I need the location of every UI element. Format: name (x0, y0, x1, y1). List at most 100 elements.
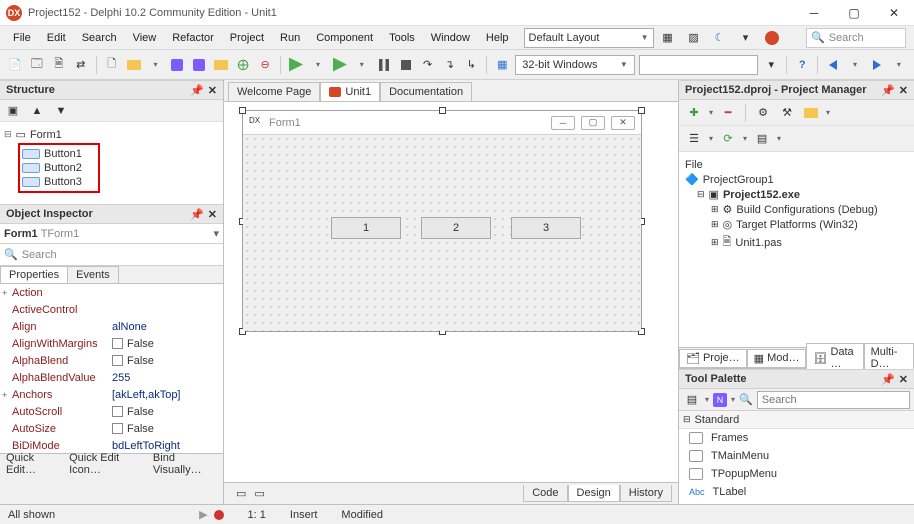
menu-view[interactable]: View (126, 30, 164, 46)
delete-layout-icon[interactable]: ▨ (684, 28, 704, 48)
form-minimize-icon[interactable]: ─ (551, 116, 575, 130)
form-designer[interactable]: DX Form1 ─ ▢ ✕ 1 2 3 (242, 110, 642, 332)
tree-item[interactable]: Button2 (44, 162, 82, 174)
expand-icon[interactable]: ▣ (4, 102, 22, 120)
palette-item[interactable]: Frames (679, 429, 914, 447)
ide-search[interactable]: 🔍 Search (806, 28, 906, 48)
tab-properties[interactable]: Properties (0, 266, 68, 283)
open-icon[interactable] (125, 56, 143, 74)
chevron-down-icon[interactable]: ▾ (213, 227, 219, 240)
device-select[interactable] (639, 55, 758, 75)
move-down-icon[interactable]: ▼ (52, 102, 70, 120)
close-panel-icon[interactable]: ✕ (208, 84, 217, 97)
maximize-button[interactable]: ▢ (834, 0, 874, 26)
quick-edit-link[interactable]: Quick Edit… (6, 452, 59, 476)
activate-icon[interactable]: ✚ (685, 104, 703, 122)
help-icon[interactable]: ? (793, 56, 811, 74)
tab-model[interactable]: ▦Mod… (747, 349, 807, 368)
tab-documentation[interactable]: Documentation (380, 82, 472, 101)
save-all-icon[interactable] (190, 56, 208, 74)
compile-icon[interactable]: ⚙ (754, 104, 772, 122)
tree-item[interactable]: Button1 (44, 148, 82, 160)
filter-icon[interactable]: ▤ (753, 130, 771, 148)
structure-tree[interactable]: ⊟▭Form1 Button1 Button2 Button3 (0, 122, 223, 204)
pin-icon[interactable]: 📌 (881, 84, 895, 97)
toggle-form-unit-icon[interactable]: ⇄ (72, 56, 90, 74)
filter-icon[interactable]: N (713, 393, 727, 407)
menu-edit[interactable]: Edit (40, 30, 73, 46)
form-designer-canvas[interactable]: DX Form1 ─ ▢ ✕ 1 2 3 (224, 102, 678, 482)
remove-file-icon[interactable]: ⊖ (256, 56, 274, 74)
platform-select[interactable]: 32-bit Windows ▼ (515, 55, 635, 75)
menu-project[interactable]: Project (223, 30, 271, 46)
remove-icon[interactable]: ━ (719, 104, 737, 122)
move-up-icon[interactable]: ▲ (28, 102, 46, 120)
run-icon[interactable] (287, 56, 305, 74)
palette-item[interactable]: TPopupMenu (679, 465, 914, 483)
toggle-panel-icon[interactable]: ▭ (254, 487, 264, 500)
layout-select[interactable]: Default Layout ▼ (524, 28, 654, 48)
close-button[interactable]: ✕ (874, 0, 914, 26)
quick-edit-icon-link[interactable]: Quick Edit Icon… (69, 452, 143, 476)
close-panel-icon[interactable]: ✕ (899, 84, 908, 97)
theme-dropdown-icon[interactable]: ▾ (736, 28, 756, 48)
property-grid[interactable]: Action ActiveControl AlignalNone AlignWi… (0, 284, 223, 454)
tree-root[interactable]: Form1 (30, 129, 62, 141)
project-tree[interactable]: File 🔷ProjectGroup1 ⊟▣Project152.exe ⊞⚙B… (679, 152, 914, 347)
bind-visually-link[interactable]: Bind Visually… (153, 452, 217, 476)
pin-icon[interactable]: 📌 (190, 84, 204, 97)
palette-item[interactable]: TMainMenu (679, 447, 914, 465)
theme-toggle-icon[interactable]: ☾ (710, 28, 730, 48)
palette-item[interactable]: AbcTLabel (679, 483, 914, 501)
trace-icon[interactable]: ↳ (462, 56, 480, 74)
designed-button-2[interactable]: 2 (421, 217, 491, 239)
sync-icon[interactable]: ⟳ (719, 130, 737, 148)
design-grid[interactable]: 1 2 3 (243, 135, 641, 331)
folder-icon[interactable] (802, 104, 820, 122)
run-no-debug-icon[interactable] (331, 56, 349, 74)
menu-refactor[interactable]: Refactor (165, 30, 221, 46)
tab-code[interactable]: Code (523, 485, 567, 502)
save-layout-icon[interactable]: ▦ (658, 28, 678, 48)
build-icon[interactable]: ⚒ (778, 104, 796, 122)
toggle-panel-icon[interactable]: ▭ (236, 487, 246, 500)
minimize-button[interactable]: ─ (794, 0, 834, 26)
save-icon[interactable] (168, 56, 186, 74)
resize-handle[interactable] (638, 107, 645, 114)
tab-design[interactable]: Design (568, 485, 620, 502)
open-project-icon[interactable] (212, 56, 230, 74)
nav-forward-icon[interactable] (868, 56, 886, 74)
new-file-icon[interactable]: 🗋 (103, 56, 121, 74)
object-inspector-search[interactable]: 🔍 Search (0, 244, 223, 266)
stop-icon[interactable] (397, 56, 415, 74)
menu-tools[interactable]: Tools (382, 30, 422, 46)
palette-group-header[interactable]: ⊟Standard (679, 411, 914, 429)
menu-file[interactable]: File (6, 30, 38, 46)
close-panel-icon[interactable]: ✕ (899, 373, 908, 386)
menu-search[interactable]: Search (75, 30, 124, 46)
step-over-icon[interactable]: ↷ (419, 56, 437, 74)
designed-button-1[interactable]: 1 (331, 217, 401, 239)
object-inspector-selection[interactable]: Form1 TForm1 ▾ (0, 224, 223, 244)
tab-events[interactable]: Events (67, 266, 119, 283)
tab-history[interactable]: History (620, 485, 672, 502)
view-form-icon[interactable]: 🗔 (28, 56, 46, 74)
designed-button-3[interactable]: 3 (511, 217, 581, 239)
stop-help-icon[interactable] (762, 28, 782, 48)
menu-component[interactable]: Component (309, 30, 380, 46)
new-items-icon[interactable]: 📄 (6, 56, 24, 74)
category-icon[interactable]: ▤ (683, 391, 701, 409)
pin-icon[interactable]: 📌 (190, 208, 204, 221)
tree-item[interactable]: Button3 (44, 176, 82, 188)
nav-back-icon[interactable] (824, 56, 842, 74)
macro-record-icon[interactable] (214, 510, 224, 520)
device-settings-icon[interactable]: ▾ (762, 56, 780, 74)
menu-window[interactable]: Window (424, 30, 477, 46)
tab-welcome[interactable]: Welcome Page (228, 82, 320, 101)
add-file-icon[interactable]: ⨁ (234, 56, 252, 74)
step-into-icon[interactable]: ↴ (441, 56, 459, 74)
open-dropdown-icon[interactable]: ▾ (147, 56, 165, 74)
close-panel-icon[interactable]: ✕ (208, 208, 217, 221)
tool-palette-search[interactable] (757, 391, 910, 409)
menu-help[interactable]: Help (479, 30, 516, 46)
